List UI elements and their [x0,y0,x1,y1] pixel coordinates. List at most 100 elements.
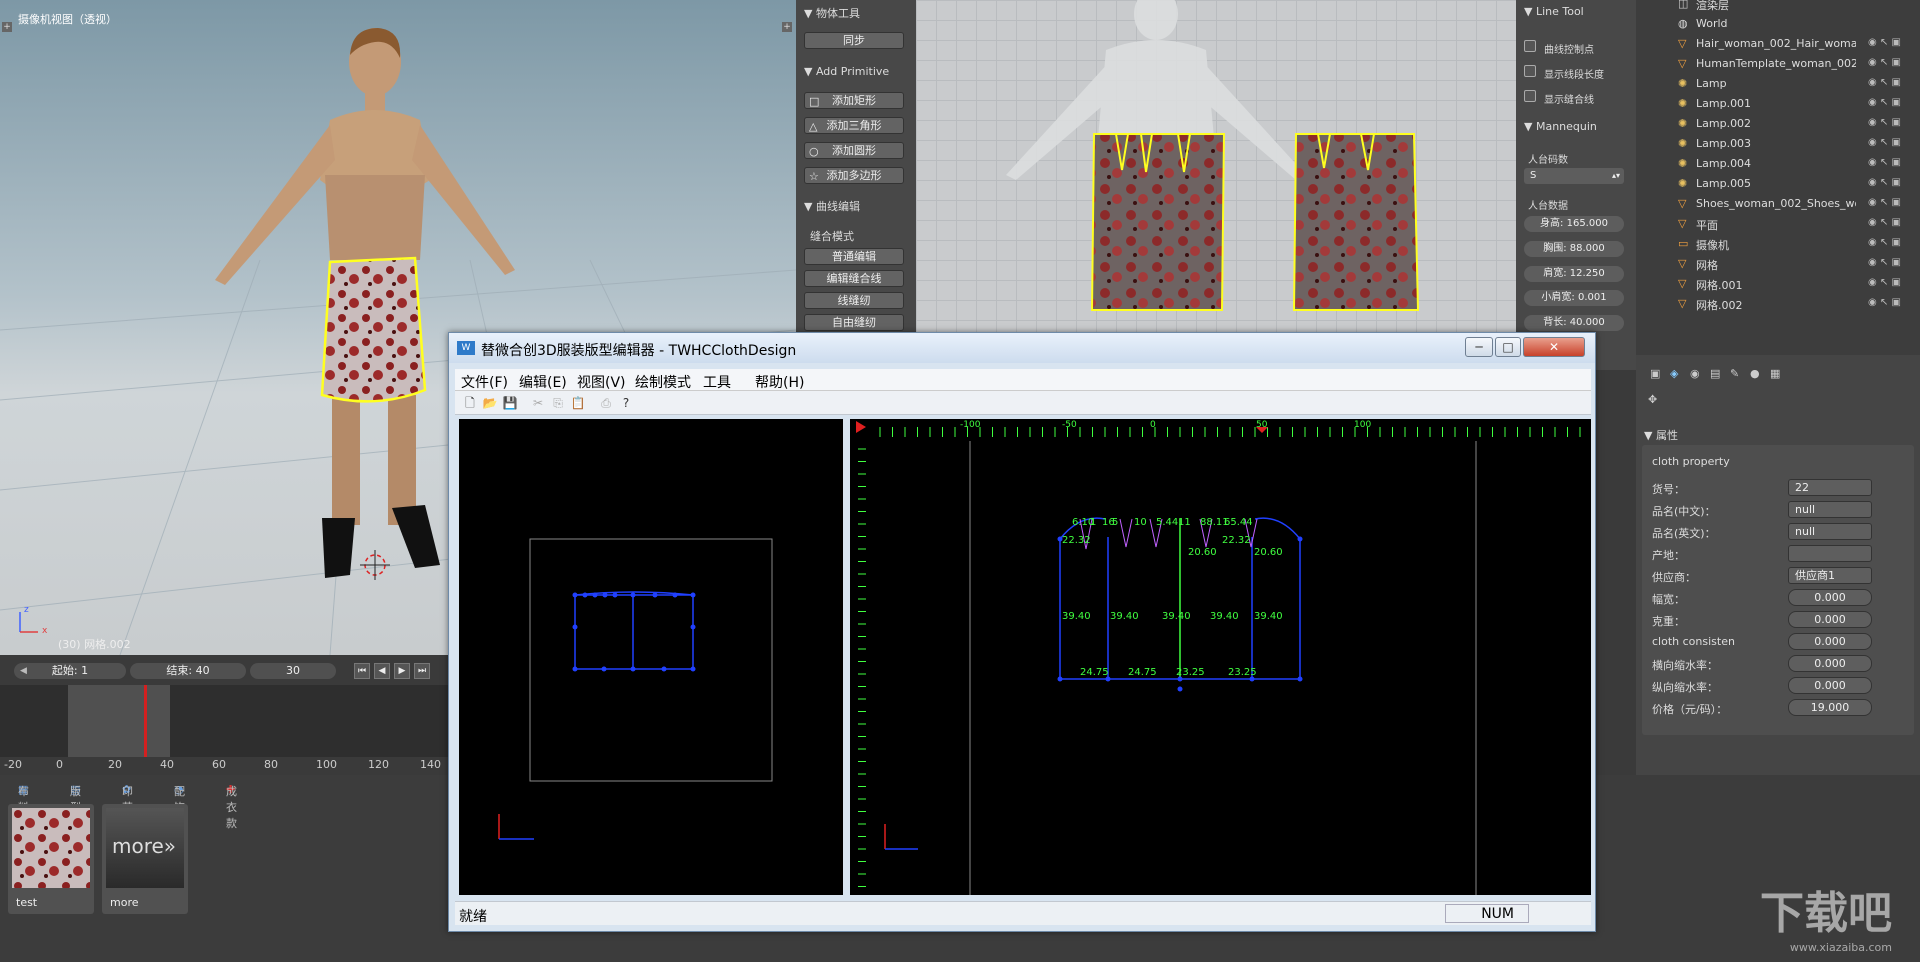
outliner-row[interactable]: ▽ HumanTemplate_woman_002_H ◉ ↖ ▣ [1636,54,1920,74]
outliner-row[interactable]: ▽ Shoes_woman_002_Shoes_woma ◉ ↖ ▣ [1636,194,1920,214]
chevron-left-icon[interactable]: ◀ [20,663,27,679]
outliner-row[interactable]: ✺ Lamp.001 ◉ ↖ ▣ [1636,94,1920,114]
normal-edit-button[interactable]: 普通编辑 [804,248,904,265]
scene-tab-icon[interactable]: ◈ [1670,367,1678,380]
open-folder-icon[interactable]: 📂 [481,394,499,412]
texture-tab-icon[interactable]: ▦ [1770,367,1780,380]
height-field[interactable]: 身高: 165.000 [1524,216,1624,232]
pattern-edit-pane[interactable]: -100 -50 0 50 100 6.10 1 16 5 10 5.44 11… [850,419,1591,895]
back-length-field[interactable]: 背长: 40.000 [1524,315,1624,331]
menu-item[interactable]: 视图(V) [577,372,626,392]
help-icon[interactable]: ? [617,394,635,412]
jump-start-icon[interactable]: ⏮ [354,663,370,679]
minimize-button[interactable]: ─ [1465,337,1493,357]
section-object-tools[interactable]: ▼ 物体工具 [804,5,860,21]
menu-item[interactable]: 帮助(H) [755,372,804,392]
paste-icon[interactable]: 📋 [569,394,587,412]
property-value-field[interactable]: null [1788,523,1872,540]
outliner-row[interactable]: ▽ Hair_woman_002_Hair_woman_0 ◉ ↖ ▣ [1636,34,1920,54]
viewport-corner-plus-icon-right[interactable]: + [782,22,792,32]
copy-icon[interactable]: ⎘ [549,394,567,412]
bust-field[interactable]: 胸围: 88.000 [1524,241,1624,257]
visibility-toggle-icon[interactable]: ◉ ↖ ▣ [1868,177,1901,188]
outliner-row[interactable]: ✺ Lamp.003 ◉ ↖ ▣ [1636,134,1920,154]
visibility-toggle-icon[interactable]: ◉ ↖ ▣ [1868,237,1901,248]
editor-titlebar[interactable]: W 替微合创3D服装版型编辑器 - TWHCClothDesign ─ □ ✕ [449,333,1595,363]
add-rect-button[interactable]: □ 添加矩形 [804,92,904,109]
play-reverse-icon[interactable]: ◀ [374,663,390,679]
outliner-row[interactable]: ▽ 网格.002 ◉ ↖ ▣ [1636,294,1920,314]
outliner-row[interactable]: ▽ 网格 ◉ ↖ ▣ [1636,254,1920,274]
menu-item[interactable]: 工具 [703,372,731,392]
material-tab-icon[interactable]: ● [1750,367,1760,380]
visibility-toggle-icon[interactable]: ◉ ↖ ▣ [1868,157,1901,168]
pin-icon[interactable]: ✥ [1648,393,1657,406]
visibility-toggle-icon[interactable]: ◉ ↖ ▣ [1868,137,1901,148]
timeline-frame-field[interactable]: 30 [250,663,336,679]
visibility-toggle-icon[interactable]: ◉ ↖ ▣ [1868,217,1901,228]
modifier-tab-icon[interactable]: ✎ [1730,367,1739,380]
edit-seam-button[interactable]: 编辑缝合线 [804,270,904,287]
section-curve-edit[interactable]: ▼ 曲线编辑 [804,198,860,214]
outliner-row[interactable]: ✺ Lamp ◉ ↖ ▣ [1636,74,1920,94]
section-properties[interactable]: ▼ 属性 [1644,427,1678,443]
show-seam-checkbox[interactable] [1524,90,1536,102]
visibility-toggle-icon[interactable]: ◉ ↖ ▣ [1868,197,1901,208]
visibility-toggle-icon[interactable]: ◉ ↖ ▣ [1868,57,1901,68]
visibility-toggle-icon[interactable]: ◉ ↖ ▣ [1868,277,1901,288]
visibility-toggle-icon[interactable]: ◉ ↖ ▣ [1868,297,1901,308]
overview-pane[interactable] [459,419,843,895]
outliner-row[interactable]: ✺ Lamp.004 ◉ ↖ ▣ [1636,154,1920,174]
world-tab-icon[interactable]: ◉ [1690,367,1700,380]
sync-button[interactable]: 同步 [804,32,904,49]
jump-end-icon[interactable]: ⏭ [414,663,430,679]
menu-item[interactable]: 编辑(E) [519,372,567,392]
section-add-primitive[interactable]: ▼ Add Primitive [804,65,889,78]
line-sew-button[interactable]: 线缝纫 [804,292,904,309]
play-icon[interactable]: ▶ [394,663,410,679]
outliner-row[interactable]: ▽ 平面 ◉ ↖ ▣ [1636,214,1920,234]
outliner-row[interactable]: ▽ 网格.001 ◉ ↖ ▣ [1636,274,1920,294]
property-value-field[interactable]: 22 [1788,479,1872,496]
outliner-row[interactable]: ▭ 摄像机 ◉ ↖ ▣ [1636,234,1920,254]
new-file-icon[interactable]: 🗋 [461,394,479,412]
property-value-field[interactable]: 供应商1 [1788,567,1872,584]
add-polygon-button[interactable]: ☆ 添加多边形 [804,167,904,184]
timeline-start-field[interactable]: ◀ 起始: 1 [14,663,126,679]
property-value-field[interactable]: 0.000 [1788,633,1872,650]
print-icon[interactable]: ⎙ [597,394,615,412]
add-circle-button[interactable]: ○ 添加圆形 [804,142,904,159]
object-tab-icon[interactable]: ▤ [1710,367,1720,380]
property-value-field[interactable]: 0.000 [1788,655,1872,672]
asset-item-test[interactable]: test [8,804,94,914]
outliner-row[interactable]: ✺ Lamp.005 ◉ ↖ ▣ [1636,174,1920,194]
property-value-field[interactable]: 0.000 [1788,677,1872,694]
visibility-toggle-icon[interactable]: ◉ ↖ ▣ [1868,117,1901,128]
free-sew-button[interactable]: 自由缝纫 [804,314,904,331]
section-mannequin[interactable]: ▼ Mannequin [1524,120,1597,133]
cut-icon[interactable]: ✂ [529,394,547,412]
mannequin-size-select[interactable]: S ▴▾ [1524,168,1624,184]
property-value-field[interactable]: 19.000 [1788,699,1872,716]
property-value-field[interactable]: 0.000 [1788,611,1872,628]
outliner-row[interactable]: ✺ Lamp.002 ◉ ↖ ▣ [1636,114,1920,134]
menu-item[interactable]: 绘制模式 [635,372,691,392]
show-curve-points-checkbox[interactable] [1524,40,1536,52]
outliner-row[interactable]: ◫ 渲染层 [1636,0,1920,14]
outliner-row[interactable]: ◍ World [1636,14,1920,34]
section-line-tool[interactable]: ▼ Line Tool [1524,5,1584,18]
asset-item-more[interactable]: more» more [102,804,188,914]
property-value-field[interactable]: null [1788,501,1872,518]
timeline-end-field[interactable]: 结束: 40 [130,663,246,679]
property-value-field[interactable]: 0.000 [1788,589,1872,606]
shoulder-field[interactable]: 肩宽: 12.250 [1524,266,1624,282]
timeline-cursor[interactable] [144,685,147,757]
show-segment-length-checkbox[interactable] [1524,65,1536,77]
viewport-corner-plus-icon[interactable]: + [2,22,12,32]
pattern-2d-view[interactable] [916,0,1516,370]
visibility-toggle-icon[interactable]: ◉ ↖ ▣ [1868,257,1901,268]
property-value-field[interactable] [1788,545,1872,562]
menu-item[interactable]: 文件(F) [461,372,508,392]
visibility-toggle-icon[interactable]: ◉ ↖ ▣ [1868,77,1901,88]
outliner[interactable]: ◫ 渲染层 ◍ World ▽ Hair_woman_002_Hair_woman_0 ◉ … [1636,0,1920,355]
